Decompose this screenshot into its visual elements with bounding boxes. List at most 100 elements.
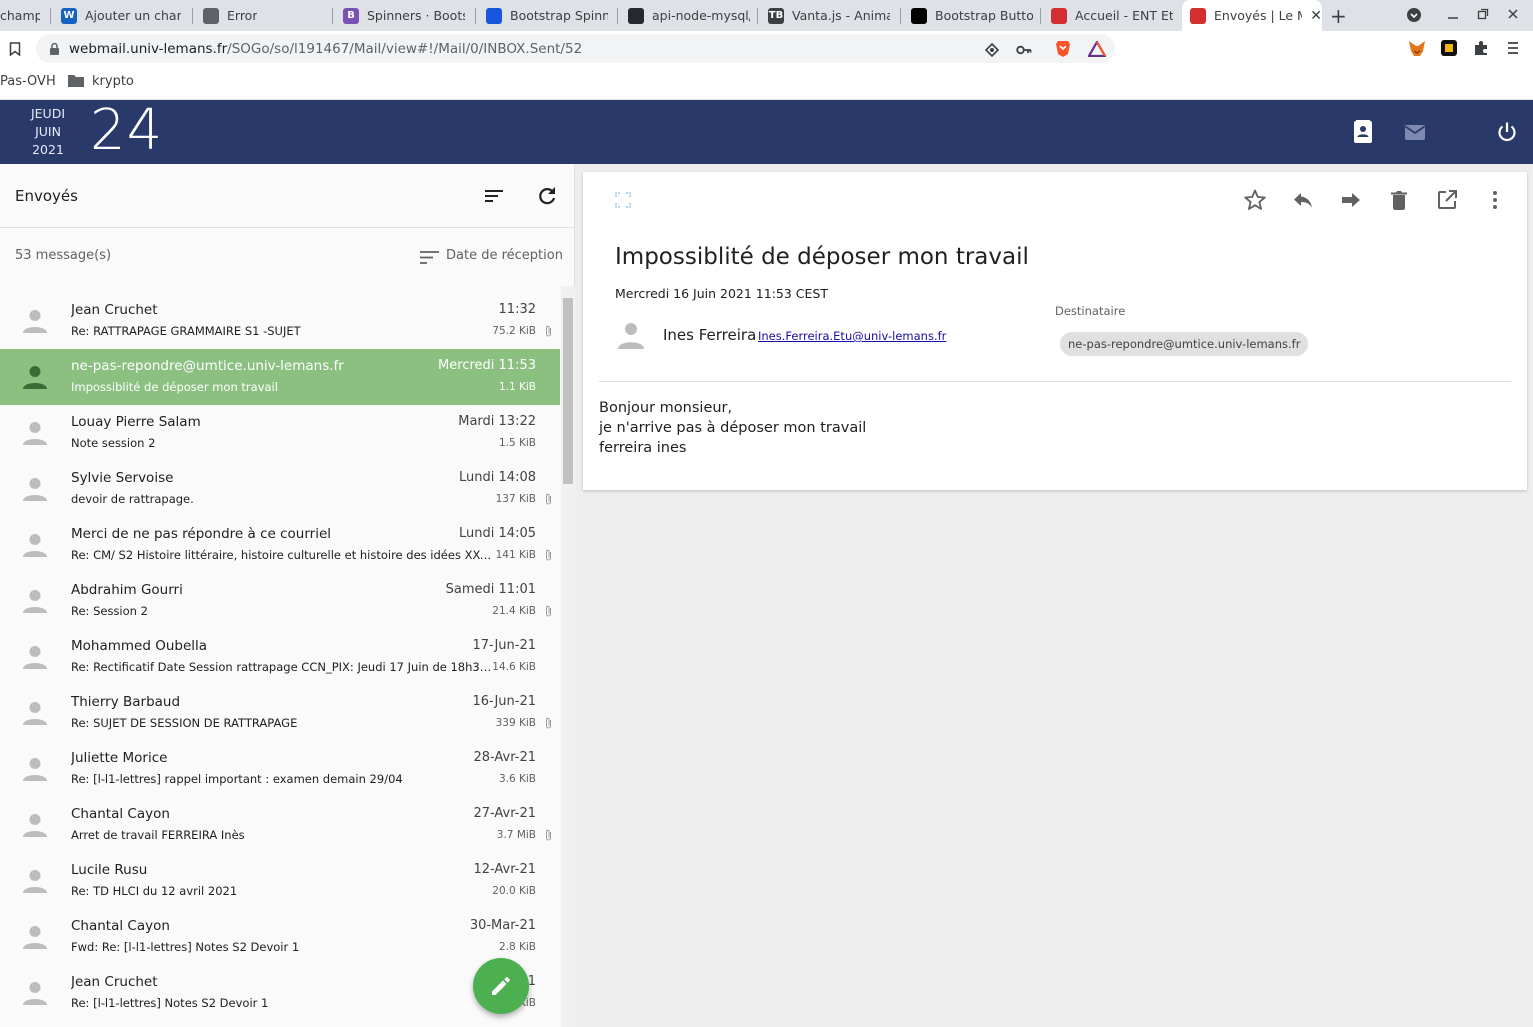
lock-icon[interactable] [49, 41, 60, 60]
forward-icon[interactable] [1339, 188, 1363, 212]
message-size: 2.8 KiB [498, 941, 536, 953]
body-line: je n'arrive pas à déposer mon travail [599, 420, 867, 436]
open-in-new-window-icon[interactable] [1435, 188, 1459, 212]
bookmark-krypto[interactable]: krypto [92, 74, 134, 89]
message-size: 21.4 KiB [492, 605, 536, 617]
message-row[interactable]: Thierry Barbaud Re: SUJET DE SESSION DE R… [0, 685, 560, 741]
browser-tab[interactable]: W Ajouter un champ [53, 0, 181, 31]
message-row[interactable]: Merci de ne pas répondre à ce courriel Re… [0, 517, 560, 573]
close-window-icon[interactable] [1507, 8, 1519, 24]
message-row[interactable]: Louay Pierre Salam Note session 2 Mardi 13… [0, 405, 560, 461]
message-size: 137 KiB [495, 493, 536, 505]
contact-avatar-icon [20, 643, 50, 673]
browser-tab[interactable]: Bootstrap Button [903, 0, 1033, 31]
message-size: 141 KiB [495, 549, 536, 561]
metamask-icon[interactable] [1408, 40, 1426, 61]
browser-tab-label: Ajouter un champ [85, 8, 181, 23]
url-field[interactable]: webmail.univ-lemans.fr/SOGo/so/l191467/M… [36, 34, 1115, 63]
contact-avatar-icon [20, 755, 50, 785]
message-sender: Lucile Rusu [71, 862, 148, 878]
browser-tab[interactable]: champ [0, 0, 40, 31]
logout-power-icon[interactable] [1495, 120, 1519, 144]
bookmark-icon[interactable] [9, 41, 21, 60]
pencil-icon [492, 977, 510, 995]
body-line: ferreira ines [599, 440, 687, 456]
site-settings-icon[interactable] [984, 42, 1000, 61]
extension-app-icon[interactable] [1441, 40, 1457, 60]
browser-menu-icon[interactable] [1507, 40, 1519, 60]
delete-trash-icon[interactable] [1387, 188, 1411, 212]
tab-favicon-icon: W [61, 7, 77, 24]
browser-tab[interactable]: Envoyés | Le M ✕ [1182, 0, 1322, 31]
message-sender: Thierry Barbaud [71, 694, 181, 710]
message-subject-preview: Re: TD HLCI du 12 avril 2021 [71, 884, 238, 898]
message-subject-preview: Arret de travail FERREIRA Inès [71, 828, 245, 842]
minimize-icon[interactable] [1447, 8, 1459, 24]
close-tab-icon[interactable]: ✕ [1310, 8, 1322, 24]
mail-icon[interactable] [1403, 120, 1427, 144]
bookmark-pas-ovh[interactable]: Pas-OVH [0, 74, 56, 89]
message-time: Samedi 11:01 [445, 582, 536, 597]
message-row[interactable]: Chantal Cayon Arret de travail FERREIRA I… [0, 797, 560, 853]
refresh-icon[interactable] [536, 185, 558, 211]
app-header: JEUDI JUIN 2021 24 [0, 100, 1533, 164]
contact-avatar-icon [20, 475, 50, 505]
browser-tab[interactable]: Bootstrap Spinne [478, 0, 608, 31]
browser-tab[interactable]: Accueil - ENT Etud [1043, 0, 1173, 31]
message-time: 12-Avr-21 [473, 862, 536, 877]
message-subject-preview: Fwd: Re: [l-l1-lettres] Notes S2 Devoir … [71, 940, 300, 954]
key-icon[interactable] [1016, 42, 1032, 61]
tab-search-icon[interactable] [1406, 7, 1422, 27]
browser-tab-label: Accueil - ENT Etud [1075, 8, 1173, 23]
message-time: Lundi 14:05 [459, 526, 536, 541]
message-sender: Abdrahim Gourri [71, 582, 183, 598]
reply-icon[interactable] [1291, 188, 1315, 212]
browser-tab[interactable]: B Spinners · Bootstr [335, 0, 465, 31]
message-row[interactable]: Jean Cruchet Re: RATTRAPAGE GRAMMAIRE S1 … [0, 293, 560, 349]
tab-separator [475, 8, 476, 24]
contact-avatar-icon [20, 699, 50, 729]
sort-by-date-button[interactable]: Date de réception [446, 248, 563, 263]
contacts-icon[interactable] [1351, 120, 1375, 144]
recipient-chip[interactable]: ne-pas-repondre@umtice.univ-lemans.fr [1060, 332, 1309, 356]
message-subject: Impossiblité de déposer mon travail [615, 244, 1029, 270]
url-host: webmail.univ-lemans.fr [69, 41, 228, 57]
filter-list-icon[interactable] [484, 186, 504, 210]
restore-icon[interactable] [1477, 8, 1489, 24]
tab-favicon-icon [911, 7, 927, 24]
message-row[interactable]: Mohammed Oubella Re: Rectificatif Date Se… [0, 629, 560, 685]
fullscreen-icon[interactable] [615, 192, 631, 212]
list-toolbar: Envoyés [0, 164, 575, 228]
browser-tab[interactable]: Error [195, 0, 325, 31]
compose-button[interactable] [473, 958, 529, 1014]
message-size: 20.0 KiB [492, 885, 536, 897]
sender-name: Ines Ferreira [663, 326, 757, 344]
message-row[interactable]: Sylvie Servoise devoir de rattrapage. Lund… [0, 461, 560, 517]
message-row[interactable]: Abdrahim Gourri Re: Session 2 Samedi 11:01… [0, 573, 560, 629]
message-row[interactable]: ne-pas-repondre@umtice.univ-lemans.fr Imp… [0, 349, 560, 405]
message-row[interactable]: Chantal Cayon Fwd: Re: [l-l1-lettres] Not… [0, 909, 560, 965]
message-row[interactable]: Juliette Morice Re: [l-l1-lettres] rappel… [0, 741, 560, 797]
sender-email-link[interactable]: Ines.Ferreira.Etu@univ-lemans.fr [758, 329, 946, 343]
browser-tab-label: Spinners · Bootstr [367, 8, 465, 23]
message-date: Mercredi 16 Juin 2021 11:53 CEST [615, 286, 828, 301]
list-scrollbar-thumb[interactable] [563, 298, 573, 484]
message-subject-preview: Re: CM/ S2 Histoire littéraire, histoire… [71, 548, 493, 562]
sender-avatar-icon [615, 320, 647, 352]
brave-rewards-icon[interactable] [1087, 39, 1107, 61]
url-path: /SOGo/so/l191467/Mail/view#!/Mail/0/INBO… [227, 41, 583, 57]
new-tab-button[interactable]: + [1330, 4, 1347, 28]
extensions-puzzle-icon[interactable] [1473, 40, 1489, 60]
message-size: 1.5 KiB [498, 437, 536, 449]
recipient-label: Destinataire [1055, 304, 1126, 318]
more-options-icon[interactable] [1483, 188, 1507, 212]
message-row[interactable]: Lucile Rusu Re: TD HLCI du 12 avril 2021 1… [0, 853, 560, 909]
browser-tab[interactable]: TB Vanta.js - Animate [760, 0, 890, 31]
message-list: Jean Cruchet Re: RATTRAPAGE GRAMMAIRE S1 … [0, 293, 560, 1021]
browser-tab[interactable]: api-node-mysql/u [620, 0, 750, 31]
brave-shield-icon[interactable] [1055, 40, 1071, 62]
tab-favicon-icon: TB [768, 7, 784, 24]
message-time: 17-Jun-21 [472, 638, 536, 653]
sort-icon[interactable] [420, 250, 439, 269]
flag-star-icon[interactable] [1243, 188, 1267, 212]
